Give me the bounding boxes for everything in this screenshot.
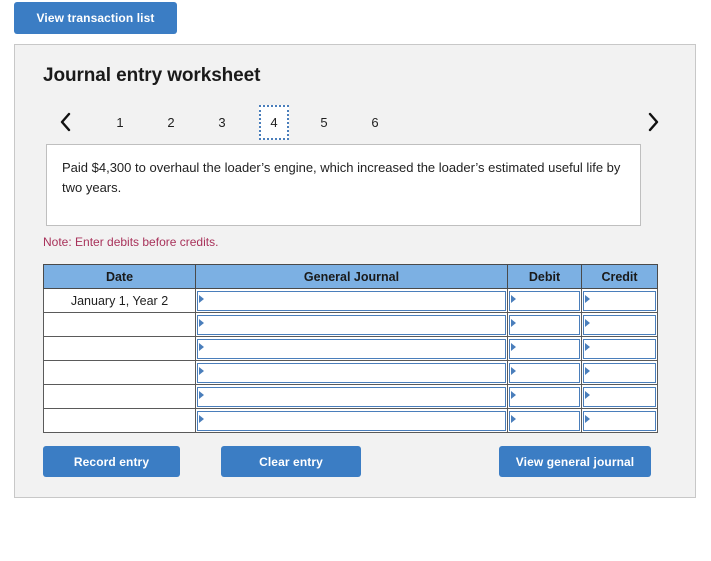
- column-header-date: Date: [43, 264, 196, 289]
- account-select[interactable]: [197, 290, 506, 311]
- credit-input[interactable]: [583, 410, 656, 431]
- table-row: [43, 360, 658, 385]
- debit-cell: [507, 408, 582, 433]
- debit-input[interactable]: [509, 386, 580, 407]
- credit-cell: [581, 384, 658, 409]
- date-cell[interactable]: [43, 384, 196, 409]
- date-cell[interactable]: [43, 408, 196, 433]
- pagination-page-4[interactable]: 4: [259, 105, 289, 140]
- debits-before-credits-note: Note: Enter debits before credits.: [43, 235, 219, 249]
- pagination: 1 2 3 4 5 6: [43, 103, 667, 141]
- transaction-description-box: Paid $4,300 to overhaul the loader’s eng…: [46, 144, 641, 226]
- debit-input[interactable]: [509, 338, 580, 359]
- debit-cell: [507, 288, 582, 313]
- pagination-page-1[interactable]: 1: [105, 108, 135, 137]
- account-select[interactable]: [197, 338, 506, 359]
- debit-cell: [507, 384, 582, 409]
- account-select[interactable]: [197, 410, 506, 431]
- pagination-page-5[interactable]: 5: [309, 108, 339, 137]
- pagination-page-3[interactable]: 3: [207, 108, 237, 137]
- date-cell[interactable]: [43, 312, 196, 337]
- debit-input[interactable]: [509, 290, 580, 311]
- journal-entry-worksheet-card: Journal entry worksheet 1 2 3 4 5 6 Paid…: [14, 44, 696, 498]
- credit-input[interactable]: [583, 314, 656, 335]
- debit-cell: [507, 312, 582, 337]
- transaction-description-text: Paid $4,300 to overhaul the loader’s eng…: [62, 160, 621, 195]
- date-cell[interactable]: [43, 336, 196, 361]
- record-entry-button[interactable]: Record entry: [43, 446, 180, 477]
- column-header-general-journal: General Journal: [195, 264, 508, 289]
- column-header-debit: Debit: [507, 264, 582, 289]
- debit-cell: [507, 336, 582, 361]
- debit-cell: [507, 360, 582, 385]
- chevron-right-icon[interactable]: [641, 103, 665, 141]
- credit-cell: [581, 408, 658, 433]
- chevron-left-icon[interactable]: [53, 103, 77, 141]
- credit-cell: [581, 360, 658, 385]
- table-header-row: Date General Journal Debit Credit: [43, 264, 658, 289]
- clear-entry-button[interactable]: Clear entry: [221, 446, 361, 477]
- view-general-journal-button[interactable]: View general journal: [499, 446, 651, 477]
- table-row: [43, 336, 658, 361]
- general-journal-cell: [195, 312, 508, 337]
- table-row: [43, 384, 658, 409]
- journal-entry-table: Date General Journal Debit Credit Januar…: [43, 264, 658, 433]
- credit-input[interactable]: [583, 338, 656, 359]
- debit-input[interactable]: [509, 314, 580, 335]
- credit-input[interactable]: [583, 386, 656, 407]
- general-journal-cell: [195, 288, 508, 313]
- pagination-page-6[interactable]: 6: [360, 108, 390, 137]
- credit-cell: [581, 288, 658, 313]
- credit-input[interactable]: [583, 362, 656, 383]
- page-title: Journal entry worksheet: [43, 65, 261, 86]
- pagination-page-2[interactable]: 2: [156, 108, 186, 137]
- page-root: View transaction list Journal entry work…: [0, 0, 711, 561]
- account-select[interactable]: [197, 386, 506, 407]
- column-header-credit: Credit: [581, 264, 658, 289]
- account-select[interactable]: [197, 362, 506, 383]
- account-select[interactable]: [197, 314, 506, 335]
- debit-input[interactable]: [509, 362, 580, 383]
- table-row: January 1, Year 2: [43, 288, 658, 313]
- table-row: [43, 408, 658, 433]
- general-journal-cell: [195, 408, 508, 433]
- general-journal-cell: [195, 384, 508, 409]
- general-journal-cell: [195, 336, 508, 361]
- view-transaction-list-button[interactable]: View transaction list: [14, 2, 177, 34]
- debit-input[interactable]: [509, 410, 580, 431]
- date-cell[interactable]: [43, 360, 196, 385]
- credit-input[interactable]: [583, 290, 656, 311]
- credit-cell: [581, 312, 658, 337]
- credit-cell: [581, 336, 658, 361]
- date-cell[interactable]: January 1, Year 2: [43, 288, 196, 313]
- table-row: [43, 312, 658, 337]
- general-journal-cell: [195, 360, 508, 385]
